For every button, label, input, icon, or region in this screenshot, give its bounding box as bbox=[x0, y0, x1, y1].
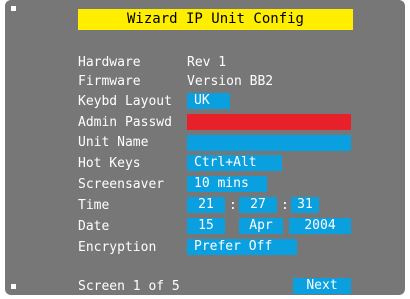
encryption-field[interactable]: Prefer Off bbox=[187, 239, 297, 255]
screensaver-field[interactable]: 10 mins bbox=[187, 176, 267, 192]
hot-keys-label: Hot Keys bbox=[78, 156, 141, 171]
keybd-layout-field[interactable]: UK bbox=[187, 93, 230, 109]
date-day-field[interactable]: 15 bbox=[187, 218, 225, 234]
hot-keys-field[interactable]: Ctrl+Alt bbox=[187, 155, 282, 171]
panel-corner-marker bbox=[11, 6, 16, 11]
admin-passwd-field[interactable] bbox=[187, 114, 351, 130]
admin-passwd-label: Admin Passwd bbox=[78, 115, 172, 130]
unit-name-field[interactable] bbox=[187, 135, 351, 151]
time-separator: : bbox=[281, 198, 289, 213]
screensaver-label: Screensaver bbox=[78, 177, 165, 192]
dialog-title: Wizard IP Unit Config bbox=[78, 9, 353, 30]
screen-indicator: Screen 1 of 5 bbox=[78, 279, 180, 294]
config-panel: Wizard IP Unit Config Hardware Rev 1 Fir… bbox=[5, 0, 405, 295]
date-month-field[interactable]: Apr bbox=[239, 218, 283, 234]
firmware-label: Firmware bbox=[78, 74, 141, 89]
firmware-value: Version BB2 bbox=[187, 74, 274, 89]
unit-name-label: Unit Name bbox=[78, 135, 149, 150]
hardware-value: Rev 1 bbox=[187, 55, 227, 70]
panel-corner-marker bbox=[11, 284, 16, 289]
date-year-field[interactable]: 2004 bbox=[289, 218, 351, 234]
hardware-label: Hardware bbox=[78, 55, 141, 70]
encryption-label: Encryption bbox=[78, 240, 157, 255]
time-minutes-field[interactable]: 27 bbox=[239, 197, 277, 213]
time-seconds-field[interactable]: 31 bbox=[291, 197, 319, 213]
keybd-layout-label: Keybd Layout bbox=[78, 94, 172, 109]
date-label: Date bbox=[78, 219, 110, 234]
next-button[interactable]: Next bbox=[293, 278, 351, 294]
time-separator: : bbox=[229, 198, 237, 213]
time-label: Time bbox=[78, 198, 110, 213]
time-hours-field[interactable]: 21 bbox=[187, 197, 225, 213]
